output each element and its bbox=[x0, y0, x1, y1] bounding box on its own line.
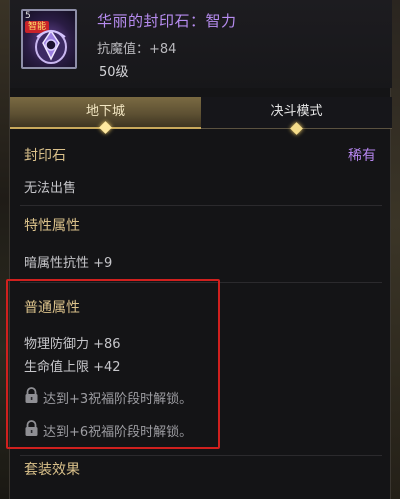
tab-dungeon-label: 地下城 bbox=[85, 104, 125, 119]
rarity-label: 稀有 bbox=[348, 148, 376, 164]
special-attrs-title: 特性属性 bbox=[24, 218, 80, 234]
section-divider bbox=[20, 205, 382, 206]
special-attr-line: 暗属性抗性 +9 bbox=[24, 256, 113, 271]
item-main-stat: 抗魔值：+84 bbox=[97, 42, 177, 57]
item-type-title: 封印石 bbox=[24, 148, 66, 164]
item-name: 华丽的封印石：智力 bbox=[97, 12, 237, 30]
mode-tabs: 地下城 决斗模式 bbox=[10, 97, 392, 135]
item-level: 50级 bbox=[99, 65, 129, 80]
item-header: 5 智能 华丽的封印石：智力 抗魔值：+84 50级 bbox=[10, 0, 392, 88]
seal-stone-icon: 5 智能 bbox=[21, 9, 77, 69]
tab-indicator-icon bbox=[99, 121, 112, 134]
highlight-box bbox=[6, 279, 220, 449]
tab-indicator-icon bbox=[290, 122, 303, 135]
seal-stone-emblem bbox=[35, 29, 67, 64]
trade-restriction: 无法出售 bbox=[24, 181, 77, 196]
section-divider bbox=[20, 455, 382, 456]
item-corner-number: 5 bbox=[25, 11, 31, 21]
tab-duel-mode-label: 决斗模式 bbox=[270, 104, 323, 119]
tab-duel-mode[interactable]: 决斗模式 bbox=[201, 97, 392, 135]
set-effect-title: 套装效果 bbox=[24, 462, 80, 478]
tab-dungeon[interactable]: 地下城 bbox=[10, 97, 201, 134]
